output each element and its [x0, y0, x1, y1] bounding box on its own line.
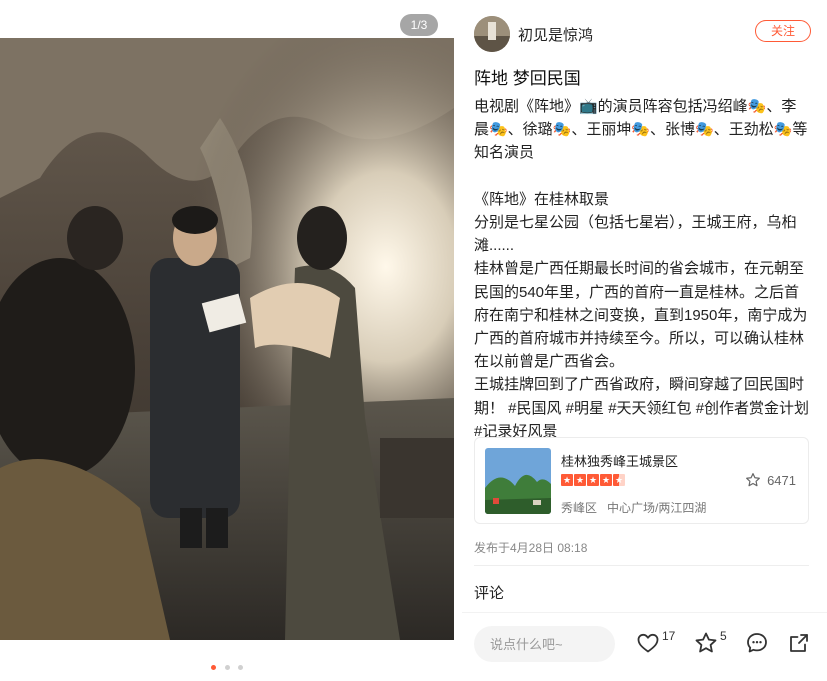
poi-location: 秀峰区 中心广场/两江四湖 [561, 499, 706, 516]
comment-button[interactable] [745, 631, 769, 655]
engagement-bar: 17 5 [462, 612, 827, 681]
body-paragraph: 电视剧《阵地》📺的演员阵容包括冯绍峰🎭、李晨🎭、徐璐🎭、王丽坤🎭、张博🎭、王劲松… [474, 98, 808, 162]
body-paragraph: 分别是七星公园（包括七星岩），王城王府，乌桕滩...... [474, 214, 797, 255]
follow-button[interactable]: 关注 [755, 20, 811, 42]
star-half-icon: ★ [613, 474, 625, 486]
body-paragraph [474, 165, 810, 188]
carousel-dot-3[interactable] [237, 665, 243, 670]
comment-input[interactable] [474, 626, 615, 662]
poi-thumbnail [485, 448, 551, 514]
poi-name[interactable]: 桂林独秀峰王城景区 [561, 451, 678, 470]
poi-area: 中心广场/两江四湖 [607, 501, 707, 515]
star-icon [695, 632, 717, 653]
like-count: 17 [662, 629, 676, 643]
heart-icon [637, 633, 659, 653]
post-body: 电视剧《阵地》📺的演员阵容包括冯绍峰🎭、李晨🎭、徐璐🎭、王丽坤🎭、张博🎭、王劲松… [474, 95, 810, 443]
divider [474, 565, 809, 566]
post-title: 阵地 梦回民国 [474, 69, 581, 88]
carousel-dots [0, 657, 454, 675]
poi-district: 秀峰区 [561, 501, 598, 515]
post-photo[interactable] [0, 38, 454, 640]
media-viewer: 1/3 [0, 0, 462, 681]
collect-button[interactable]: 5 [694, 629, 727, 655]
share-icon [790, 634, 808, 652]
image-counter: 1/3 [400, 14, 438, 36]
star-icon: ★ [600, 474, 612, 486]
star-icon: ★ [587, 474, 599, 486]
carousel-dot-2[interactable] [224, 665, 230, 670]
like-button[interactable]: 17 [636, 629, 676, 655]
body-paragraph: 《阵地》在桂林取景 [474, 190, 610, 208]
star-outline-icon [746, 473, 761, 487]
poi-rating: ★ ★ ★ ★ ★ [561, 474, 626, 486]
poi-favorite[interactable]: 6471 [745, 472, 796, 488]
poi-favorite-count: 6471 [767, 472, 796, 488]
avatar[interactable] [474, 16, 510, 52]
carousel-dot-1[interactable] [211, 665, 217, 670]
publish-date: 发布于4月28日 08:18 [474, 541, 588, 555]
comments-heading: 评论 [474, 585, 505, 602]
body-paragraph: 王城挂牌回到了广西省政府，瞬间穿越了回民国时期！ #民国风 #明星 #天天领红包… [474, 376, 810, 440]
comment-icon [747, 633, 767, 653]
author-name[interactable]: 初见是惊鸿 [518, 24, 593, 45]
star-icon: ★ [574, 474, 586, 486]
collect-count: 5 [720, 629, 727, 643]
author-info[interactable]: 初见是惊鸿 [474, 16, 593, 52]
post-detail-panel: 初见是惊鸿 关注 阵地 梦回民国 电视剧《阵地》📺的演员阵容包括冯绍峰🎭、李晨🎭… [462, 0, 827, 681]
body-paragraph: 桂林曾是广西任期最长时间的省会城市，在元朝至民国的540年里，广西的首府一直是桂… [474, 260, 808, 371]
star-icon: ★ [561, 474, 573, 486]
share-button[interactable] [787, 631, 811, 655]
poi-card[interactable]: 桂林独秀峰王城景区 ★ ★ ★ ★ ★ 秀峰区 中心广场/两江四湖 6471 [474, 437, 809, 524]
